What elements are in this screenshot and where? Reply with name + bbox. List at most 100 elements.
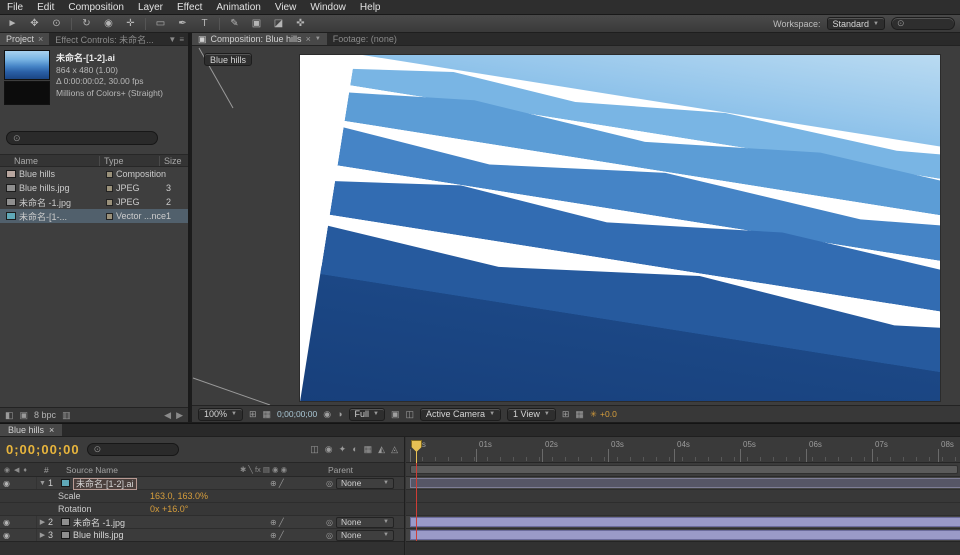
composition-viewer[interactable]: Blue hills: [192, 46, 960, 405]
project-table-header[interactable]: Name Type Size: [0, 154, 188, 167]
region-of-interest-icon[interactable]: ▣: [391, 409, 400, 420]
puppet-pin-tool-icon[interactable]: ✜: [293, 16, 308, 32]
brush-tool-icon[interactable]: ✎: [227, 16, 242, 32]
pickwhip-icon[interactable]: ◎: [326, 518, 333, 527]
type-tool-icon[interactable]: T: [197, 16, 212, 32]
expander-icon[interactable]: ▼: [37, 480, 48, 487]
tab-effect-controls[interactable]: Effect Controls: 未命名...: [49, 33, 159, 45]
view-layout-dropdown[interactable]: 1 View ▼: [507, 408, 556, 421]
fast-previews-icon[interactable]: ▦: [575, 409, 584, 420]
grid-guides-icon[interactable]: ▦: [263, 409, 272, 420]
draft-3d-icon[interactable]: ✦: [339, 444, 347, 455]
track-scale[interactable]: [406, 490, 960, 503]
bit-depth-label[interactable]: 8 bpc: [34, 410, 56, 420]
workspace-search-input[interactable]: ⊙: [891, 17, 955, 30]
camera-dropdown[interactable]: Active Camera ▼: [420, 408, 501, 421]
scroll-right-icon[interactable]: ▶: [176, 410, 183, 421]
layer-switches[interactable]: ⊕ ╱: [270, 531, 326, 540]
workspace-dropdown[interactable]: Standard ▼: [827, 17, 885, 30]
eye-icon[interactable]: ◉: [0, 479, 13, 488]
snapshot-icon[interactable]: ◉: [323, 409, 331, 420]
close-icon[interactable]: ×: [38, 34, 43, 44]
property-row-scale[interactable]: Scale 163.0, 163.0%: [0, 490, 404, 503]
motion-blur-icon[interactable]: ◭: [378, 444, 385, 455]
eye-icon[interactable]: ◉: [0, 531, 13, 540]
close-icon[interactable]: ×: [49, 425, 54, 435]
pan-behind-tool-icon[interactable]: ✛: [123, 16, 138, 32]
frame-blending-icon[interactable]: ▦: [364, 444, 373, 455]
trash-icon[interactable]: ▥: [62, 410, 71, 421]
project-item-untitled-ai[interactable]: 未命名-[1-... Vector ...nce 1: [0, 209, 188, 223]
transparency-grid-icon[interactable]: ◫: [406, 409, 415, 420]
expander-icon[interactable]: ▶: [37, 518, 48, 526]
layer-row-1[interactable]: ◉ ▼ 1 未命名-[1-2].ai ⊕ ╱ ◎ None ▼: [0, 477, 404, 490]
column-size[interactable]: Size: [160, 156, 188, 166]
rotation-tool-icon[interactable]: ↻: [79, 16, 94, 32]
work-area-bar[interactable]: [410, 465, 958, 474]
live-update-icon[interactable]: ◉: [325, 444, 333, 455]
panel-menu-icon[interactable]: ≡: [179, 35, 184, 44]
timeline-tab-blue-hills[interactable]: Blue hills ×: [0, 424, 62, 436]
menu-help[interactable]: Help: [353, 2, 388, 13]
column-type[interactable]: Type: [100, 156, 160, 166]
resolution-dropdown[interactable]: Full ▼: [349, 408, 385, 421]
layer-row-2[interactable]: ◉ ▶ 2 未命名 -1.jpg ⊕ ╱ ◎ None ▼: [0, 516, 404, 529]
track-rotation[interactable]: [406, 503, 960, 516]
scroll-left-icon[interactable]: ◀: [164, 410, 171, 421]
tab-footage[interactable]: Footage: (none): [327, 33, 403, 45]
layer-3-duration-bar[interactable]: [410, 530, 960, 540]
rotation-value[interactable]: 0x +16.0°: [150, 504, 188, 514]
menu-layer[interactable]: Layer: [131, 2, 170, 13]
scale-value[interactable]: 163.0, 163.0%: [150, 491, 208, 501]
parent-dropdown[interactable]: None ▼: [336, 530, 394, 541]
menu-composition[interactable]: Composition: [61, 2, 131, 13]
selection-tool-icon[interactable]: ►: [5, 16, 20, 32]
layer-switches[interactable]: ⊕ ╱: [270, 518, 326, 527]
channels-icon[interactable]: ◑: [337, 409, 342, 419]
project-search-input[interactable]: ⊙: [6, 131, 158, 145]
pickwhip-icon[interactable]: ◎: [326, 531, 333, 540]
column-name[interactable]: Name: [0, 156, 100, 166]
comp-breadcrumb[interactable]: Blue hills: [204, 53, 252, 66]
current-time-indicator-line[interactable]: [416, 463, 417, 541]
comp-mini-flowchart-icon[interactable]: ◫: [310, 444, 319, 455]
layer-name[interactable]: Blue hills.jpg: [73, 530, 270, 540]
layer-name[interactable]: 未命名 -1.jpg: [73, 516, 270, 529]
current-time-display[interactable]: 0;00;00;00: [6, 442, 80, 457]
parent-dropdown[interactable]: None ▼: [336, 517, 394, 528]
layer-1-duration-bar[interactable]: [410, 478, 960, 488]
layer-switches[interactable]: ⊕ ╱: [270, 479, 326, 488]
eraser-tool-icon[interactable]: ◪: [271, 16, 286, 32]
chevron-down-icon[interactable]: ▼: [315, 36, 321, 42]
eye-icon[interactable]: ◉: [0, 518, 13, 527]
interpret-footage-icon[interactable]: ◧: [5, 410, 14, 421]
track-layer-1[interactable]: [406, 477, 960, 490]
panel-dropdown-icon[interactable]: ▼: [168, 35, 176, 44]
project-item-untitled-jpg[interactable]: 未命名 -1.jpg JPEG 2: [0, 195, 188, 209]
comp-canvas[interactable]: [300, 55, 940, 401]
safe-zones-icon[interactable]: ⊞: [249, 409, 257, 420]
expander-icon[interactable]: ▶: [37, 531, 48, 539]
work-area[interactable]: [406, 463, 960, 477]
timeline-search-input[interactable]: ⊙: [87, 443, 179, 456]
menu-edit[interactable]: Edit: [30, 2, 61, 13]
graph-editor-icon[interactable]: ◬: [391, 444, 398, 455]
layer-2-duration-bar[interactable]: [410, 517, 960, 527]
project-item-blue-hills[interactable]: Blue hills Composition: [0, 167, 188, 181]
pickwhip-icon[interactable]: ◎: [326, 479, 333, 488]
menu-effect[interactable]: Effect: [170, 2, 209, 13]
tab-composition[interactable]: ▣ Composition: Blue hills × ▼: [192, 33, 327, 45]
clone-stamp-tool-icon[interactable]: ▣: [249, 16, 264, 32]
tab-project[interactable]: Project ×: [0, 33, 49, 45]
viewer-time-display[interactable]: 0;00;00;00: [277, 409, 317, 419]
camera-tool-icon[interactable]: ◉: [101, 16, 116, 32]
exposure-control[interactable]: ✳ +0.0: [590, 409, 617, 420]
magnification-dropdown[interactable]: 100% ▼: [198, 408, 243, 421]
menu-animation[interactable]: Animation: [209, 2, 267, 13]
close-icon[interactable]: ×: [306, 34, 311, 44]
menu-view[interactable]: View: [268, 2, 304, 13]
hide-shy-icon[interactable]: ◐: [352, 444, 357, 455]
time-ruler[interactable]: 00s 01s 02s 03s 04s 05s 06s 07s 08s: [406, 437, 960, 463]
new-folder-icon[interactable]: ▣: [20, 410, 29, 421]
hand-tool-icon[interactable]: ✥: [27, 16, 42, 32]
